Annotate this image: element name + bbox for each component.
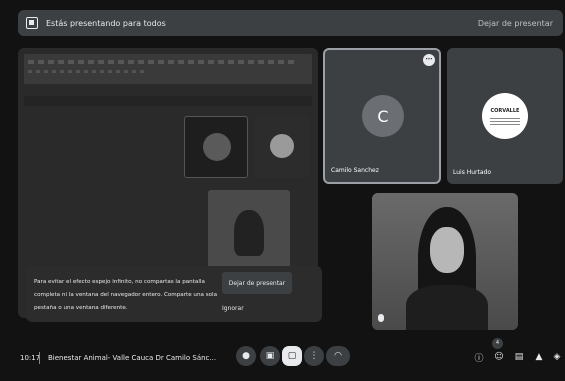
- preview-tile-camera: [208, 190, 290, 272]
- ignore-button[interactable]: Ignorar: [222, 298, 262, 318]
- preview-logo: [270, 134, 294, 158]
- mic-icon[interactable]: ●: [236, 346, 256, 366]
- present-screen-icon[interactable]: ▢: [282, 346, 302, 366]
- present-icon: [26, 17, 38, 29]
- preview-avatar: [203, 133, 231, 161]
- person-face: [430, 227, 464, 273]
- preview-toolbar: [24, 54, 312, 84]
- activities-icon[interactable]: ▲: [532, 350, 546, 364]
- meeting-title: Bienestar Animal- Valle Cauca Dr Camilo …: [48, 354, 217, 362]
- warning-message: Para evitar el efecto espejo infinito, n…: [34, 279, 218, 311]
- mic-icon: [378, 314, 384, 322]
- logo-subtext: [490, 118, 520, 125]
- presenting-banner: Estás presentando para todos Dejar de pr…: [18, 10, 563, 36]
- preview-tile-luis: [254, 116, 310, 178]
- organization-logo: CORVALLE: [482, 93, 528, 139]
- preview-toolbar-row: [28, 60, 298, 64]
- avatar: C: [362, 95, 404, 137]
- preview-tile-camilo: [184, 116, 248, 178]
- self-camera-tile[interactable]: [372, 193, 518, 330]
- end-call-icon[interactable]: ◠: [326, 346, 350, 366]
- participant-tile-luis[interactable]: CORVALLE Luis Hurtado: [447, 48, 563, 184]
- preview-toolbar-row: [28, 70, 148, 73]
- stop-presenting-button[interactable]: Dejar de presentar: [222, 272, 292, 294]
- presenting-banner-title: Estás presentando para todos: [46, 18, 166, 28]
- logo-text: CORVALLE: [490, 108, 520, 114]
- divider: [39, 352, 40, 364]
- stop-presenting-link[interactable]: Dejar de presentar: [478, 19, 553, 28]
- captions-icon[interactable]: ▣: [260, 346, 280, 366]
- participant-name: Luis Hurtado: [453, 169, 492, 176]
- more-options-icon[interactable]: ⋮: [304, 346, 324, 366]
- mirror-warning-popup: Para evitar el efecto espejo infinito, n…: [26, 266, 322, 322]
- participant-tile-camilo[interactable]: C ⋯ Camilo Sanchez: [323, 48, 441, 184]
- people-icon[interactable]: ☺: [492, 350, 506, 364]
- participant-count-badge: 4: [492, 338, 503, 349]
- person-body: [406, 285, 488, 330]
- clock: 10:17: [20, 354, 41, 362]
- bottom-toolbar: 10:17 Bienestar Animal- Valle Cauca Dr C…: [0, 338, 565, 381]
- more-icon[interactable]: ⋯: [423, 54, 435, 66]
- preview-person: [234, 210, 264, 256]
- lock-icon[interactable]: ◈: [550, 350, 564, 364]
- info-icon[interactable]: ⓘ: [472, 350, 486, 364]
- chat-icon[interactable]: ▤: [512, 350, 526, 364]
- participant-name: Camilo Sanchez: [331, 167, 379, 174]
- preview-strip: [24, 96, 312, 106]
